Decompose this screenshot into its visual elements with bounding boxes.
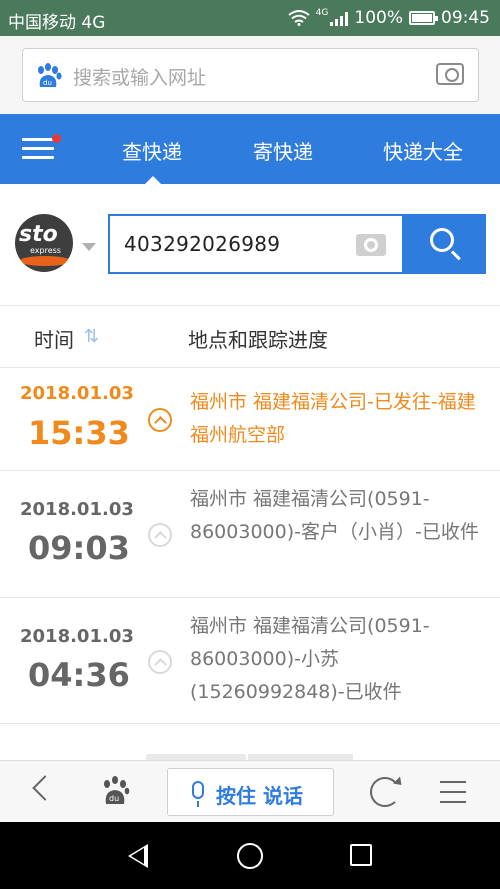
courier-dropdown-icon[interactable] <box>82 243 96 251</box>
svg-text:du: du <box>43 79 52 87</box>
search-placeholder: 搜索或输入网址 <box>73 67 207 89</box>
browser-toolbar: du 按住 说话 <box>0 760 500 822</box>
system-navigation-bar <box>0 822 500 889</box>
tracking-event-row: 2018.01.03 09:03 福州市 福建福清公司(0591-8600300… <box>0 471 500 598</box>
svg-text:du: du <box>109 794 119 803</box>
tab-send-express[interactable]: 寄快递 <box>253 136 313 165</box>
network-type-label: 4G <box>315 8 329 18</box>
courier-logo[interactable]: sto express <box>15 214 73 272</box>
status-icons: 4G 100% 09:45 <box>288 8 490 28</box>
active-tab-indicator <box>145 176 161 184</box>
sort-toggle-icon[interactable]: ⇅ <box>84 326 99 347</box>
event-date: 2018.01.03 <box>20 383 134 404</box>
status-bar: 中国移动 4G 4G 100% 09:45 <box>0 0 500 36</box>
search-input[interactable]: du 搜索或输入网址 <box>22 48 479 102</box>
courier-brand-sub: express <box>30 246 61 255</box>
nav-recents-icon[interactable] <box>350 844 372 866</box>
event-description: 福州市 福建福清公司(0591-86003000)-客户（小肖）-已收件 <box>190 488 479 543</box>
event-description: 福州市 福建福清公司(0591-86003000)-小苏(15260992848… <box>190 615 430 703</box>
tracking-number-value: 403292026989 <box>124 232 281 256</box>
event-time: 15:33 <box>28 414 130 452</box>
search-button[interactable] <box>402 214 486 274</box>
event-date: 2018.01.03 <box>20 626 134 647</box>
tracking-event-row: 2018.01.03 04:36 福州市 福建福清公司(0591-8600300… <box>0 598 500 724</box>
wifi-icon <box>288 10 310 26</box>
browser-menu-icon[interactable] <box>440 781 466 811</box>
time-column-header: 时间 <box>34 328 74 352</box>
battery-percent: 100% <box>354 8 403 28</box>
browser-search-area: du 搜索或输入网址 <box>0 36 500 114</box>
tracking-event-row: 2018.01.03 15:33 福州市 福建福清公司-已发往-福建福州航空部 <box>0 368 500 471</box>
voice-search-button[interactable]: 按住 说话 <box>167 768 334 816</box>
tab-bar: 查快递 寄快递 快递大全 <box>0 114 500 184</box>
camera-search-icon[interactable] <box>436 63 464 85</box>
scan-camera-icon[interactable] <box>356 234 386 256</box>
tracking-query-row: sto express 403292026989 <box>0 184 500 306</box>
nav-home-icon[interactable] <box>237 843 263 869</box>
baidu-home-icon[interactable]: du <box>100 775 130 807</box>
progress-column-header: 地点和跟踪进度 <box>188 328 328 352</box>
search-icon <box>430 228 454 252</box>
tab-express-directory[interactable]: 快递大全 <box>383 136 463 165</box>
event-date: 2018.01.03 <box>20 499 134 520</box>
event-description: 福州市 福建福清公司-已发往-福建福州航空部 <box>190 391 476 446</box>
courier-brand-text: sto <box>19 222 58 247</box>
carrier-label: 中国移动 4G <box>8 13 106 33</box>
notification-dot <box>52 134 61 143</box>
back-arrow-icon[interactable] <box>32 775 58 801</box>
status-time: 09:45 <box>441 8 490 28</box>
event-time: 04:36 <box>28 656 130 694</box>
voice-search-label: 按住 说话 <box>216 784 303 808</box>
battery-icon <box>409 11 438 25</box>
timeline-node-icon <box>148 650 172 674</box>
tab-query-express[interactable]: 查快递 <box>122 136 182 165</box>
tracking-number-input[interactable]: 403292026989 <box>108 214 404 274</box>
event-time: 09:03 <box>28 529 130 567</box>
timeline-node-icon <box>148 523 172 547</box>
refresh-icon[interactable] <box>370 777 400 807</box>
signal-icon <box>330 10 349 26</box>
baidu-paw-icon: du <box>38 63 62 87</box>
tracking-table-header: 时间 ⇅ 地点和跟踪进度 <box>0 306 500 368</box>
timeline-node-icon <box>148 408 172 432</box>
hamburger-menu-icon[interactable] <box>22 138 54 160</box>
microphone-icon <box>192 781 204 799</box>
